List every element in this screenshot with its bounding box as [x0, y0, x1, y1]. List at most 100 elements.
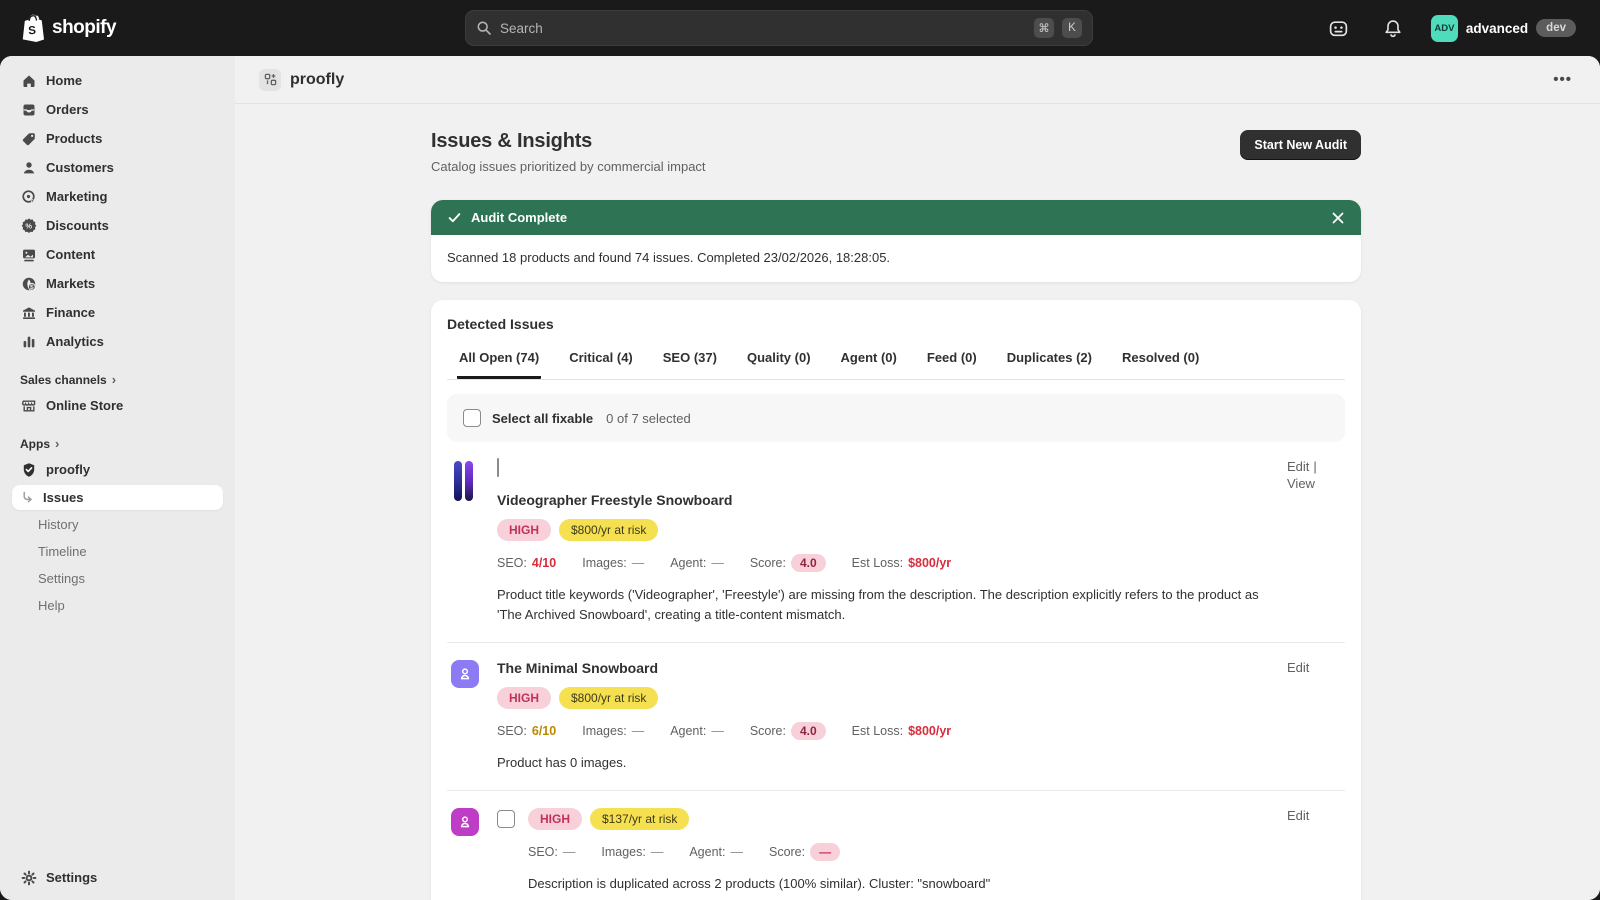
seo-value: — [563, 845, 576, 859]
agent-value: — [711, 724, 724, 738]
issue-description: Product title keywords ('Videographer', … [497, 585, 1271, 625]
sidebar-item-marketing[interactable]: Marketing [12, 183, 223, 210]
detected-issues-card: Detected Issues All Open (74) Critical (… [431, 300, 1361, 900]
sidebar-item-analytics[interactable]: Analytics [12, 328, 223, 355]
severity-badge: HIGH [497, 519, 551, 541]
edit-link[interactable]: Edit [1287, 459, 1309, 474]
issue-checkbox[interactable] [497, 810, 515, 828]
tab-resolved[interactable]: Resolved (0) [1120, 346, 1201, 379]
issue-title: Videographer Freestyle Snowboard [497, 492, 1271, 508]
search-input[interactable] [500, 21, 1026, 36]
account-menu[interactable]: ADV advanced dev [1431, 15, 1576, 42]
gear-icon [20, 869, 37, 886]
score-value: — [810, 843, 840, 861]
global-search[interactable]: ⌘ K [465, 10, 1093, 46]
seo-value: 4/10 [532, 556, 556, 570]
issue-row: The Minimal Snowboard HIGH $800/yr at ri… [447, 642, 1345, 790]
risk-badge: $800/yr at risk [559, 519, 658, 541]
bank-icon [20, 304, 37, 321]
bar-chart-icon [20, 333, 37, 350]
nested-arrow-icon [20, 490, 35, 505]
risk-badge: $137/yr at risk [590, 808, 689, 830]
svg-text:$: $ [30, 284, 34, 291]
sidebar-item-label: Settings [46, 870, 97, 885]
severity-badge: HIGH [497, 687, 551, 709]
shopify-bag-icon: S [20, 14, 45, 42]
shield-check-icon [20, 461, 37, 478]
issue-row: Videographer Freestyle Snowboard HIGH $8… [447, 442, 1345, 642]
chevron-right-icon: › [112, 372, 116, 387]
person-icon [20, 159, 37, 176]
chevron-right-icon: › [55, 436, 59, 451]
avatar: ADV [1431, 15, 1458, 42]
selected-count: 0 of 7 selected [606, 411, 691, 426]
sidebar-item-timeline[interactable]: Timeline [12, 539, 223, 564]
close-icon [1331, 211, 1345, 225]
select-all-label: Select all fixable [492, 411, 593, 426]
tab-critical[interactable]: Critical (4) [567, 346, 635, 379]
audit-complete-banner: Audit Complete Scanned 18 products and f… [431, 200, 1361, 282]
sidebar-item-home[interactable]: Home [12, 67, 223, 94]
sidebar-item-app-settings[interactable]: Settings [12, 566, 223, 591]
seo-label: SEO: [497, 724, 527, 738]
images-label: Images: [601, 845, 645, 859]
view-link[interactable]: View [1287, 476, 1315, 491]
sidebar-item-label: Discounts [46, 218, 109, 233]
sidebar-item-label: Marketing [46, 189, 107, 204]
sidebar-item-markets[interactable]: $ Markets [12, 270, 223, 297]
issue-description: Product has 0 images. [497, 753, 1271, 773]
sidebar-item-issues[interactable]: Issues [12, 485, 223, 510]
main-scroll[interactable]: Issues & Insights Catalog issues priorit… [235, 104, 1600, 900]
agent-value: — [730, 845, 743, 859]
person-icon [457, 666, 473, 682]
sidekick-button[interactable] [1323, 12, 1355, 44]
issue-title: The Minimal Snowboard [497, 660, 1271, 676]
sidebar-item-settings[interactable]: Settings [12, 864, 223, 891]
banner-body: Scanned 18 products and found 74 issues.… [431, 235, 1361, 282]
est-loss-label: Est Loss: [852, 556, 903, 570]
edit-link[interactable]: Edit [1287, 808, 1309, 823]
est-loss-label: Est Loss: [852, 724, 903, 738]
sidebar-item-help[interactable]: Help [12, 593, 223, 618]
sidebar-item-history[interactable]: History [12, 512, 223, 537]
apps-header[interactable]: Apps › [8, 430, 227, 455]
sidebar-item-online-store[interactable]: Online Store [12, 392, 223, 419]
more-actions-button[interactable]: ••• [1545, 67, 1580, 92]
sales-channels-header[interactable]: Sales channels › [8, 366, 227, 391]
tab-quality[interactable]: Quality (0) [745, 346, 813, 379]
sidebar-item-customers[interactable]: Customers [12, 154, 223, 181]
sidebar-item-proofly[interactable]: proofly [12, 456, 223, 483]
images-label: Images: [582, 556, 626, 570]
tab-all-open[interactable]: All Open (74) [457, 346, 541, 379]
sidebar-item-discounts[interactable]: % Discounts [12, 212, 223, 239]
seo-label: SEO: [497, 556, 527, 570]
score-label: Score: [750, 556, 786, 570]
sidebar-item-orders[interactable]: Orders [12, 96, 223, 123]
store-name: advanced [1466, 21, 1528, 36]
risk-badge: $800/yr at risk [559, 687, 658, 709]
score-label: Score: [750, 724, 786, 738]
tag-icon [20, 130, 37, 147]
close-banner-button[interactable] [1331, 211, 1345, 225]
edit-link[interactable]: Edit [1287, 660, 1309, 675]
sidebar-item-label: Online Store [46, 398, 123, 413]
tab-duplicates[interactable]: Duplicates (2) [1005, 346, 1094, 379]
sidebar-item-label: Products [46, 131, 102, 146]
seo-value: 6/10 [532, 724, 556, 738]
sidebar-item-finance[interactable]: Finance [12, 299, 223, 326]
sidebar-item-products[interactable]: Products [12, 125, 223, 152]
start-new-audit-button[interactable]: Start New Audit [1240, 130, 1361, 160]
tab-feed[interactable]: Feed (0) [925, 346, 979, 379]
page-title: proofly [290, 71, 344, 89]
sidebar-item-label: Analytics [46, 334, 104, 349]
issue-checkbox[interactable] [497, 458, 499, 477]
agent-label: Agent: [689, 845, 725, 859]
sidebar-item-content[interactable]: Content [12, 241, 223, 268]
shopify-logo: S shopify [20, 14, 235, 42]
tab-agent[interactable]: Agent (0) [839, 346, 899, 379]
notifications-button[interactable] [1377, 12, 1409, 44]
images-value: — [651, 845, 664, 859]
sidebar: Home Orders Products Customers Marketing… [0, 56, 235, 900]
select-all-checkbox[interactable] [463, 409, 481, 427]
tab-seo[interactable]: SEO (37) [661, 346, 719, 379]
